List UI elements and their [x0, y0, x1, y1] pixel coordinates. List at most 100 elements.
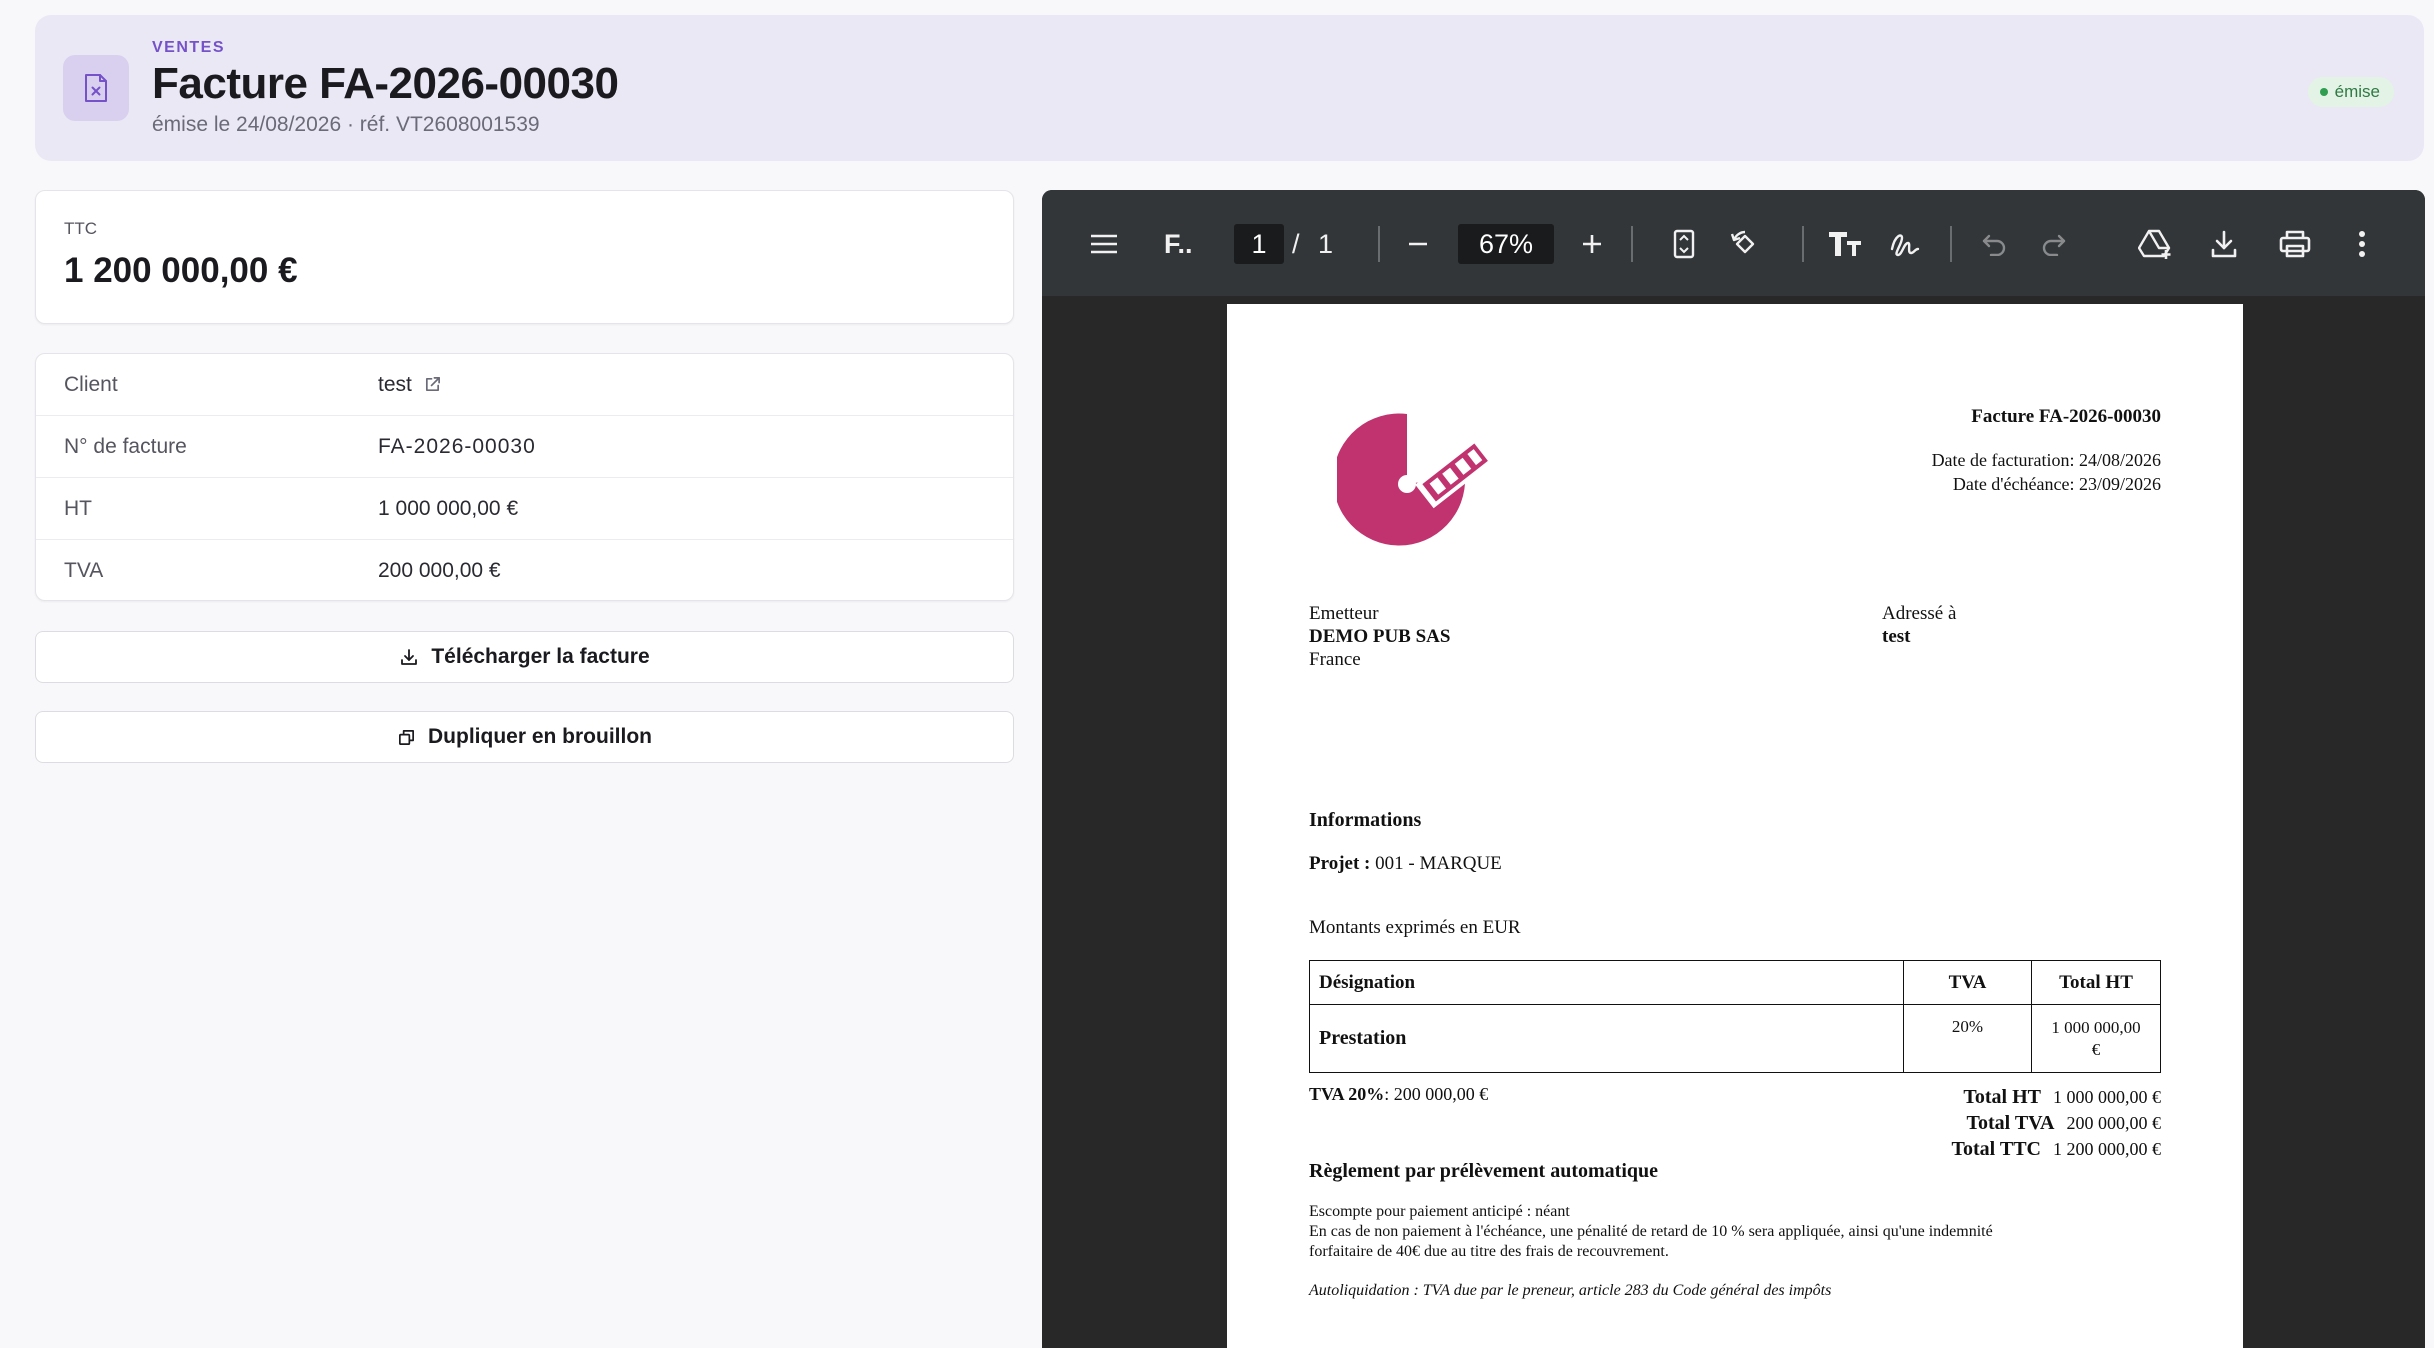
download-invoice-label: Télécharger la facture: [431, 645, 650, 668]
addressee-label: Adressé à: [1882, 603, 1957, 624]
table-header-row: Désignation TVA Total HT: [1309, 960, 2161, 1005]
addressee-name: test: [1882, 626, 1911, 647]
table-header: Désignation: [1309, 960, 1904, 1005]
tva-rate-label: TVA 20%: [1309, 1084, 1385, 1104]
client-link[interactable]: test: [378, 373, 441, 397]
zoom-out-icon[interactable]: [1402, 226, 1434, 262]
print-icon[interactable]: [2276, 226, 2314, 262]
text-annotation-icon[interactable]: [1826, 226, 1864, 262]
invoice-details: Client test N° de facture FA-2026-00030 …: [35, 353, 1014, 601]
payment-method-heading: Règlement par prélèvement automatique: [1309, 1160, 1659, 1182]
detail-label: HT: [64, 496, 92, 520]
download-icon: [401, 649, 418, 665]
toolbar-divider: [1802, 226, 1804, 262]
currency-note: Montants exprimés en EUR: [1309, 917, 1521, 938]
company-logo: [1337, 413, 1494, 546]
payment-conditions: Escompte pour paiement anticipé : néant …: [1309, 1202, 2169, 1262]
project-value: 001 - MARQUE: [1370, 853, 1502, 874]
emitter-name: DEMO PUB SAS: [1309, 626, 1451, 647]
toolbar-divider: [1631, 226, 1633, 262]
page-separator: /: [1292, 228, 1300, 259]
discount-note: Escompte pour paiement anticipé : néant: [1309, 1203, 1570, 1220]
toolbar-divider: [1378, 226, 1380, 262]
page-number-input[interactable]: 1: [1234, 224, 1284, 264]
undo-icon[interactable]: [1978, 226, 2010, 262]
reverse-charge-note: Autoliquidation : TVA due par le preneur…: [1309, 1282, 1832, 1299]
duplicate-draft-button[interactable]: Dupliquer en brouillon: [35, 711, 1014, 763]
status-dot-icon: [2319, 88, 2328, 96]
line-total-currency: €: [2091, 1040, 2101, 1059]
total-value: 1 200 000,00 €: [2053, 1138, 2161, 1159]
total-label: Total TTC: [1951, 1137, 2041, 1160]
page-title: Facture FA-2026-00030: [152, 59, 619, 108]
redo-icon[interactable]: [2038, 226, 2070, 262]
total-row: Total TVA 200 000,00 €: [1952, 1110, 2161, 1136]
detail-label: Client: [64, 372, 118, 396]
toolbar-divider: [1950, 226, 1952, 262]
project-line: Projet : 001 - MARQUE: [1309, 853, 1502, 875]
total-value: 200 000,00 €: [2066, 1112, 2162, 1133]
detail-row-invoice-number: N° de facture FA-2026-00030: [36, 416, 1013, 478]
penalty-note: En cas de non paiement à l'échéance, une…: [1309, 1223, 1993, 1240]
table-header: Total HT: [2031, 960, 2161, 1005]
save-to-drive-icon[interactable]: [2136, 226, 2176, 262]
client-name[interactable]: test: [378, 373, 412, 397]
total-label: Total HT: [1963, 1085, 2041, 1108]
pdf-viewer: F.. 1 / 1 67% Facture FA-2026-00030 Date…: [1042, 190, 2425, 1348]
line-total-amount: 1 000 000,00: [2051, 1018, 2141, 1037]
ttc-value: 1 200 000,00 €: [64, 251, 298, 290]
total-label: Total TVA: [1966, 1111, 2055, 1134]
detail-row-tva: TVA 200 000,00 €: [36, 540, 1013, 602]
menu-icon[interactable]: [1086, 226, 1122, 262]
addressee-block: Adressé à test: [1882, 602, 1956, 648]
section-label: VENTES: [152, 39, 226, 56]
rotate-icon[interactable]: [1727, 226, 1763, 262]
billing-date: Date de facturation: 24/08/2026: [1931, 450, 2161, 470]
page-total: 1: [1318, 228, 1334, 259]
page-header: VENTES Facture FA-2026-00030 émise le 24…: [35, 15, 2424, 161]
more-options-icon[interactable]: [2350, 226, 2374, 262]
detail-value: 1 000 000,00 €: [378, 496, 519, 520]
table-row: Prestation 20% 1 000 000,00 €: [1309, 1004, 2161, 1073]
emitter-block: Emetteur DEMO PUB SAS France: [1309, 602, 1450, 671]
total-row: Total HT 1 000 000,00 €: [1952, 1084, 2161, 1110]
informations-heading: Informations: [1309, 809, 1422, 831]
zoom-in-icon[interactable]: [1576, 226, 1608, 262]
detail-label: TVA: [64, 559, 104, 582]
project-label: Projet :: [1309, 853, 1371, 874]
emitter-label: Emetteur: [1309, 603, 1379, 624]
pdf-page: Facture FA-2026-00030 Date de facturatio…: [1227, 304, 2243, 1348]
download-icon[interactable]: [2206, 226, 2242, 262]
invoice-x-icon: [63, 55, 129, 121]
download-invoice-button[interactable]: Télécharger la facture: [35, 631, 1014, 683]
detail-label: N° de facture: [64, 434, 187, 458]
duplicate-draft-label: Dupliquer en brouillon: [428, 725, 652, 748]
detail-value: 200 000,00 €: [378, 559, 501, 582]
page-subtitle: émise le 24/08/2026 · réf. VT2608001539: [152, 113, 540, 136]
status-badge: émise: [2307, 77, 2394, 107]
total-row: Total TTC 1 200 000,00 €: [1952, 1136, 2161, 1162]
invoice-dates: Date de facturation: 24/08/2026 Date d'é…: [1932, 448, 2161, 496]
penalty-note-cont: forfaitaire de 40€ due au titre des frai…: [1309, 1243, 1669, 1260]
pdf-doc-title: F..: [1164, 228, 1193, 259]
detail-row-ht: HT 1 000 000,00 €: [36, 478, 1013, 540]
ttc-card: TTC 1 200 000,00 €: [35, 190, 1014, 324]
detail-value: FA-2026-00030: [378, 434, 536, 458]
status-label: émise: [2334, 82, 2380, 101]
fit-page-icon[interactable]: [1668, 226, 1700, 262]
tva-rate-value: : 200 000,00 €: [1384, 1084, 1489, 1104]
detail-row-client: Client test: [36, 354, 1013, 416]
totals-block: Total HT 1 000 000,00 € Total TVA 200 00…: [1952, 1084, 2161, 1162]
table-header: TVA: [1903, 960, 2032, 1005]
copy-icon: [398, 729, 415, 745]
external-link-icon[interactable]: [424, 376, 441, 393]
invoice-lines-table: Désignation TVA Total HT Prestation 20% …: [1309, 960, 2161, 1073]
pdf-canvas[interactable]: Facture FA-2026-00030 Date de facturatio…: [1042, 296, 2425, 1348]
due-date: Date d'échéance: 23/09/2026: [1952, 474, 2161, 494]
ttc-label: TTC: [64, 219, 98, 238]
pdf-toolbar: F.. 1 / 1 67%: [1042, 190, 2425, 296]
total-value: 1 000 000,00 €: [2053, 1086, 2161, 1107]
tva-breakdown: TVA 20%: 200 000,00 €: [1309, 1084, 1488, 1105]
zoom-level-input[interactable]: 67%: [1458, 224, 1554, 264]
draw-annotation-icon[interactable]: [1888, 226, 1922, 262]
